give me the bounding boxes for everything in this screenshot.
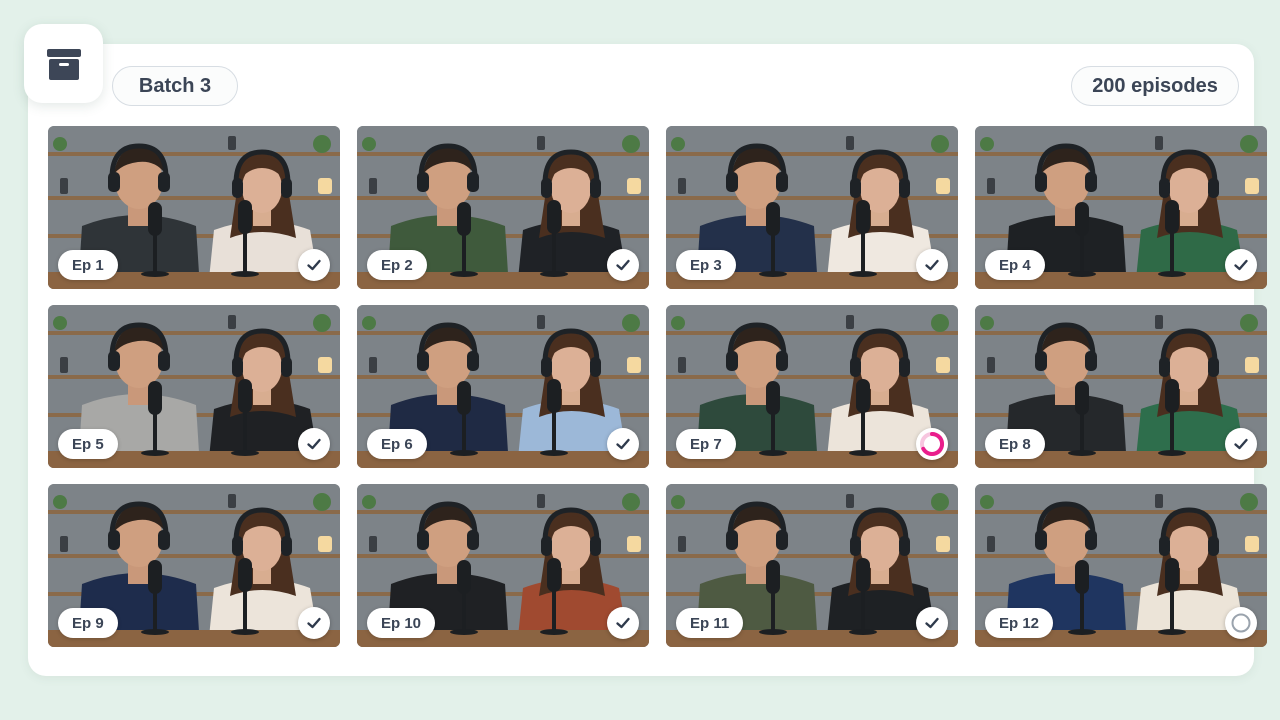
checkmark-icon[interactable] (298, 428, 330, 460)
episode-card[interactable]: Ep 8 (975, 305, 1267, 468)
episode-grid: Ep 1 Ep 2 Ep 3 Ep 4 Ep 5 Ep 6 Ep 7 Ep 8 … (48, 126, 1267, 647)
episode-label: Ep 6 (367, 429, 427, 459)
episode-label: Ep 4 (985, 250, 1045, 280)
episode-label: Ep 7 (676, 429, 736, 459)
app-logo[interactable] (24, 24, 103, 103)
episode-card[interactable]: Ep 12 (975, 484, 1267, 647)
checkmark-icon[interactable] (607, 249, 639, 281)
episode-card[interactable]: Ep 3 (666, 126, 958, 289)
checkmark-icon[interactable] (916, 607, 948, 639)
episode-count-badge: 200 episodes (1071, 66, 1239, 106)
episode-label: Ep 3 (676, 250, 736, 280)
checkmark-icon[interactable] (607, 428, 639, 460)
episode-label: Ep 1 (58, 250, 118, 280)
archive-box-icon (46, 48, 81, 80)
episode-card[interactable]: Ep 5 (48, 305, 340, 468)
checkmark-icon[interactable] (1225, 428, 1257, 460)
checkmark-icon[interactable] (298, 249, 330, 281)
episode-label: Ep 5 (58, 429, 118, 459)
empty-circle-icon[interactable] (1225, 607, 1257, 639)
episode-card[interactable]: Ep 10 (357, 484, 649, 647)
batch-label[interactable]: Batch 3 (112, 66, 238, 106)
progress-ring-icon[interactable] (916, 428, 948, 460)
episode-label: Ep 9 (58, 608, 118, 638)
episode-label: Ep 12 (985, 608, 1054, 638)
episode-label: Ep 8 (985, 429, 1045, 459)
episode-card[interactable]: Ep 11 (666, 484, 958, 647)
episode-card[interactable]: Ep 4 (975, 126, 1267, 289)
episode-card[interactable]: Ep 6 (357, 305, 649, 468)
checkmark-icon[interactable] (916, 249, 948, 281)
episode-label: Ep 11 (676, 608, 744, 638)
episode-card[interactable]: Ep 2 (357, 126, 649, 289)
episode-label: Ep 10 (367, 608, 436, 638)
episode-card[interactable]: Ep 7 (666, 305, 958, 468)
checkmark-icon[interactable] (607, 607, 639, 639)
episode-card[interactable]: Ep 1 (48, 126, 340, 289)
episode-card[interactable]: Ep 9 (48, 484, 340, 647)
checkmark-icon[interactable] (298, 607, 330, 639)
checkmark-icon[interactable] (1225, 249, 1257, 281)
episode-label: Ep 2 (367, 250, 427, 280)
